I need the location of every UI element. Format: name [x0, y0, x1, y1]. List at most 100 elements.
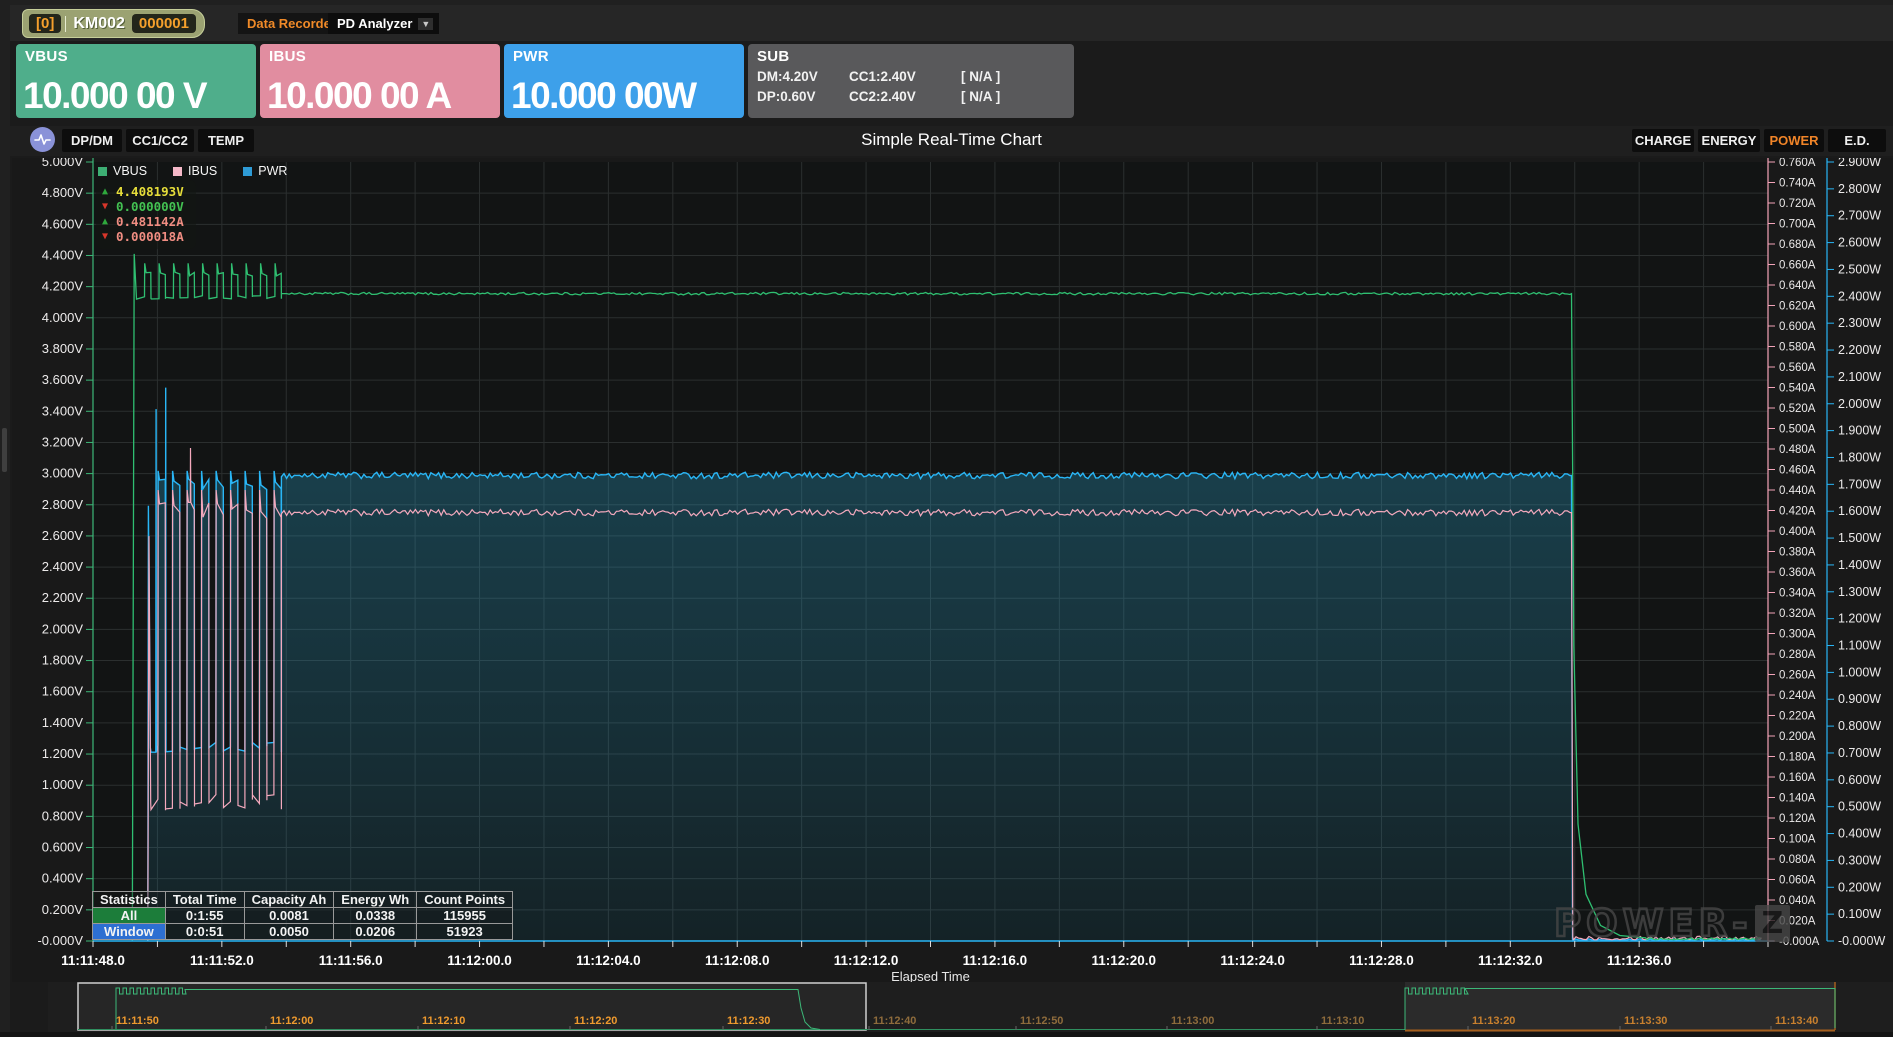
- pwr-tile-label: PWR: [513, 48, 549, 65]
- time-tick-label: 11:12:08.0: [705, 953, 770, 968]
- axis-tick-label: 1.600W: [1838, 504, 1881, 518]
- ibus-max-readout: ▲ 0.481142A: [102, 214, 184, 229]
- ibus-tile-label: IBUS: [269, 48, 306, 65]
- sub-tile[interactable]: SUB DM:4.20V CC1:2.40V [ N/A ] DP:0.60V …: [748, 44, 1074, 118]
- ibus-min-value: 0.000018A: [116, 229, 184, 244]
- stats-scope-cell[interactable]: Window: [93, 924, 166, 940]
- axis-tick-label: 3.600V: [42, 372, 84, 387]
- ibus-tile[interactable]: IBUS 10.000 00 A: [260, 44, 500, 118]
- axis-tick-label: 0.200W: [1838, 880, 1881, 894]
- time-tick-label: 11:12:24.0: [1220, 953, 1285, 968]
- axis-tick-label: 0.120A: [1779, 813, 1816, 825]
- axis-tick-label: 1.400V: [42, 715, 84, 730]
- axis-tick-label: 2.800W: [1838, 182, 1881, 196]
- stats-value-cell: 0:1:55: [165, 908, 244, 924]
- watermark-z-logo: Z: [1755, 905, 1791, 942]
- axis-tick-label: 0.800V: [42, 808, 84, 823]
- axis-tick-label: 1.800W: [1838, 450, 1881, 464]
- window-bottom-edge: [0, 1032, 1893, 1037]
- pd-analyzer-dropdown[interactable]: PD Analyzer ▼: [328, 13, 439, 34]
- vbus-tile-label: VBUS: [25, 48, 68, 65]
- axis-tick-label: -0.000V: [37, 933, 83, 948]
- stats-value-cell: 115955: [417, 908, 513, 924]
- pwr-tile[interactable]: PWR 10.000 00W: [504, 44, 744, 118]
- axis-tick-label: 0.200A: [1779, 731, 1816, 743]
- axis-tick-label: 0.320A: [1779, 608, 1816, 620]
- axis-tick-label: 2.000W: [1838, 397, 1881, 411]
- sub-row-dm: DM:4.20V CC1:2.40V [ N/A ]: [757, 69, 1031, 84]
- realtime-chart-panel: 5.000V4.800V4.600V4.400V4.200V4.000V3.80…: [12, 158, 1893, 982]
- navigator-time-label: 11:12:50: [1020, 1015, 1063, 1027]
- axis-tick-label: 1.700W: [1838, 477, 1881, 491]
- legend-item-vbus[interactable]: VBUS: [98, 164, 147, 178]
- axis-tick-label: 0.800W: [1838, 719, 1881, 733]
- time-tick-label: 11:12:12.0: [834, 953, 899, 968]
- stats-row-window[interactable]: Window0:0:510.00500.020651923: [93, 924, 513, 940]
- legend-item-pwr[interactable]: PWR: [243, 164, 287, 178]
- time-tick-label: 11:12:16.0: [963, 953, 1028, 968]
- stats-value-cell: 0.0050: [244, 924, 334, 940]
- axis-tick-label: 2.200V: [42, 590, 84, 605]
- axis-tick-label: 0.060A: [1779, 875, 1816, 887]
- navigator-chart[interactable]: 11:11:5011:12:0011:12:1011:12:2011:12:30…: [48, 982, 1893, 1032]
- axis-tick-label: 0.360A: [1779, 567, 1816, 579]
- statistics-table[interactable]: StatisticsTotal TimeCapacity AhEnergy Wh…: [92, 891, 513, 940]
- axis-tick-label: 0.180A: [1779, 752, 1816, 764]
- axis-tick-label: 0.220A: [1779, 711, 1816, 723]
- timeline-navigator[interactable]: 11:11:5011:12:0011:12:1011:12:2011:12:30…: [48, 982, 1893, 1032]
- left-scrollbar-handle[interactable]: [2, 428, 7, 472]
- axis-tick-label: 2.200W: [1838, 343, 1881, 357]
- axis-tick-label: 0.900W: [1838, 692, 1881, 706]
- axis-tick-label: 1.200W: [1838, 612, 1881, 626]
- chart-legend[interactable]: VBUS IBUS PWR: [98, 164, 287, 178]
- time-tick-label: 11:12:20.0: [1091, 953, 1156, 968]
- axis-tick-label: 3.200V: [42, 434, 84, 449]
- axis-tick-label: 2.600V: [42, 528, 84, 543]
- axis-tick-label: 3.400V: [42, 403, 84, 418]
- chevron-down-icon: ▼: [418, 18, 433, 30]
- vbus-tile[interactable]: VBUS 10.000 00 V: [16, 44, 256, 118]
- device-capsule[interactable]: [0] KM002 000001: [22, 9, 205, 38]
- navigator-time-label: 11:13:30: [1624, 1015, 1667, 1027]
- axis-tick-label: 0.340A: [1779, 588, 1816, 600]
- ibus-min-readout: ▼ 0.000018A: [102, 229, 184, 244]
- capsule-divider: [65, 16, 66, 32]
- stats-header-cell: Capacity Ah: [244, 892, 334, 908]
- charge-button[interactable]: CHARGE: [1632, 129, 1694, 152]
- axis-tick-label: 0.380A: [1779, 547, 1816, 559]
- legend-ibus-label: IBUS: [188, 164, 217, 178]
- up-arrow-icon: ▲: [102, 186, 116, 197]
- cc2-status: [ N/A ]: [961, 89, 1031, 104]
- time-tick-label: 11:11:52.0: [190, 953, 254, 968]
- stats-row-all[interactable]: All0:1:550.00810.0338115955: [93, 908, 513, 924]
- ibus-swatch-icon: [173, 167, 182, 176]
- axis-tick-label: 0.500A: [1779, 424, 1816, 436]
- legend-item-ibus[interactable]: IBUS: [173, 164, 217, 178]
- chart-toolbar: DP/DM CC1/CC2 TEMP Simple Real-Time Char…: [10, 126, 1893, 156]
- navigator-time-label: 11:13:20: [1472, 1015, 1515, 1027]
- axis-tick-label: 2.800V: [42, 497, 84, 512]
- main-chart[interactable]: 5.000V4.800V4.600V4.400V4.200V4.000V3.80…: [12, 158, 1893, 982]
- axis-tick-label: 0.600V: [42, 840, 84, 855]
- axis-tick-label: 0.400A: [1779, 526, 1816, 538]
- pwr-tile-value: 10.000 00W: [511, 75, 696, 117]
- navigator-time-label: 11:12:20: [574, 1015, 617, 1027]
- time-tick-label: 11:12:00.0: [447, 953, 512, 968]
- axis-tick-label: 1.100W: [1838, 639, 1881, 653]
- navigator-time-label: 11:13:00: [1171, 1015, 1214, 1027]
- axis-tick-label: 1.200V: [42, 746, 84, 761]
- ed-button[interactable]: E.D.: [1828, 129, 1886, 152]
- device-model: KM002: [73, 15, 125, 33]
- minmax-readouts: ▲ 4.408193V ▼ 0.000000V ▲ 0.481142A ▼ 0.…: [96, 180, 196, 249]
- energy-button[interactable]: ENERGY: [1698, 129, 1760, 152]
- stats-scope-cell[interactable]: All: [93, 908, 166, 924]
- pwr-swatch-icon: [243, 167, 252, 176]
- vbus-max-value: 4.408193V: [116, 184, 184, 199]
- stats-value-cell: 0:0:51: [165, 924, 244, 940]
- power-button[interactable]: POWER: [1764, 129, 1824, 152]
- axis-tick-label: 4.800V: [42, 185, 84, 200]
- watermark-text: POWER-: [1554, 902, 1753, 945]
- axis-tick-label: 5.000V: [42, 158, 84, 169]
- axis-tick-label: 0.620A: [1779, 301, 1816, 313]
- stats-header-cell: Statistics: [93, 892, 166, 908]
